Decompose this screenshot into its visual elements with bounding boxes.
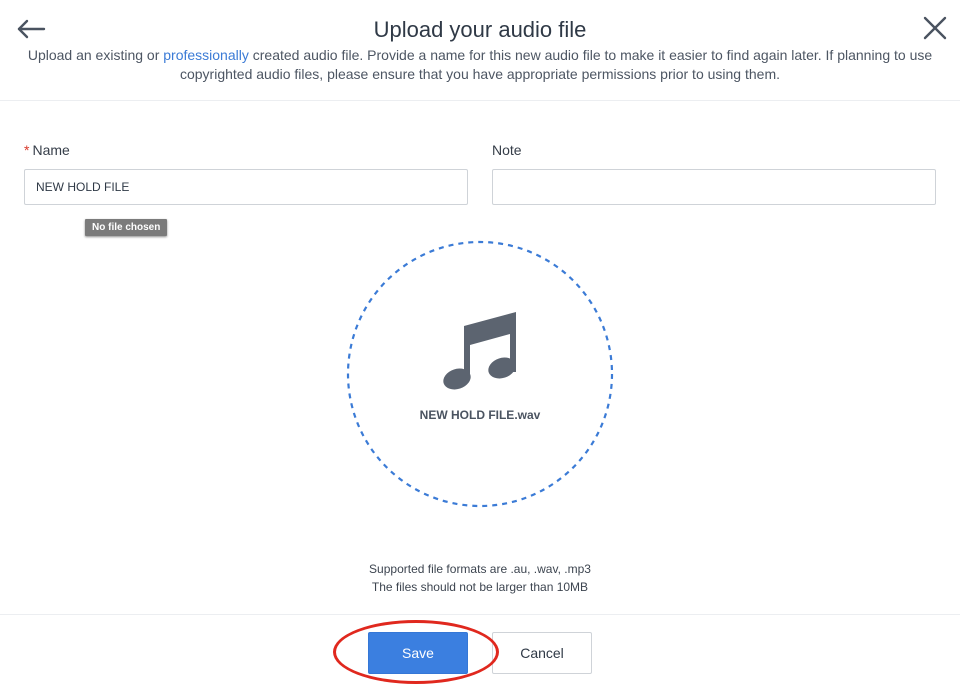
music-note-icon: [443, 312, 516, 390]
cancel-button[interactable]: Cancel: [492, 632, 592, 674]
dialog-title: Upload your audio file: [373, 17, 587, 42]
upload-audio-dialog: Upload your audio file Upload an existin…: [0, 0, 960, 687]
supported-formats-text: Supported file formats are .au, .wav, .m…: [369, 562, 591, 576]
audio-dropzone[interactable]: NEW HOLD FILE.wav: [346, 240, 614, 508]
format-requirements: Supported file formats are .au, .wav, .m…: [0, 560, 960, 596]
name-input[interactable]: [24, 169, 468, 205]
save-button[interactable]: Save: [368, 632, 468, 674]
dialog-footer: Save Cancel: [0, 614, 960, 687]
description-text: Upload an existing or: [27, 47, 164, 63]
note-input[interactable]: [492, 169, 936, 205]
file-size-limit-text: The files should not be larger than 10MB: [371, 580, 589, 594]
name-label-text: Name: [32, 142, 70, 158]
file-input-tooltip: No file chosen: [85, 219, 168, 236]
required-asterisk: *: [24, 142, 30, 158]
dialog-header: Upload your audio file Upload an existin…: [0, 0, 960, 101]
selected-file-name: NEW HOLD FILE.wav: [419, 408, 541, 422]
dialog-description: Upload an existing or professionally cre…: [10, 46, 950, 84]
close-button[interactable]: [922, 15, 948, 41]
close-icon: [923, 16, 947, 40]
professionally-link[interactable]: professionally: [163, 47, 249, 63]
description-text-continued: created audio file. Provide a name for t…: [179, 47, 933, 82]
name-label: * Name: [24, 142, 70, 158]
note-label: Note: [492, 142, 522, 158]
